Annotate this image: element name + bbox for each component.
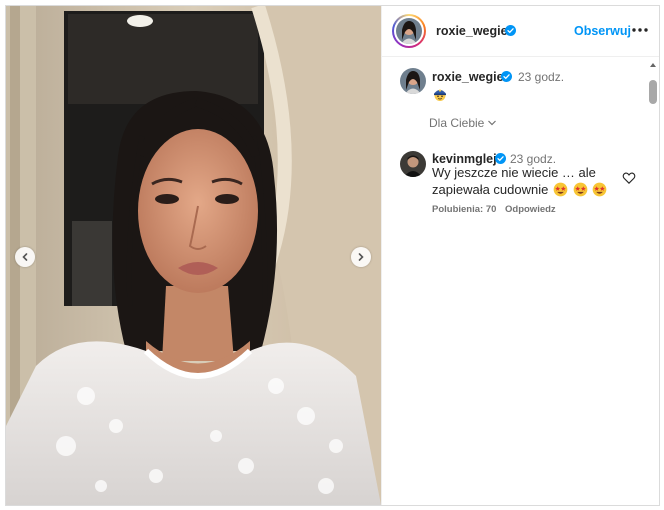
- avatar[interactable]: [396, 18, 422, 44]
- scrollbar-thumb[interactable]: [649, 80, 657, 104]
- post-dialog: roxie_wegiel Obserwuj roxie_wegiel 23 go…: [5, 5, 660, 506]
- next-photo-button[interactable]: [351, 247, 371, 267]
- caption-username[interactable]: roxie_wegiel: [432, 70, 507, 84]
- star-struck-emoji-icon: [573, 182, 587, 197]
- star-struck-emoji-icon: [553, 182, 568, 197]
- heart-icon[interactable]: [622, 171, 636, 185]
- verified-badge-icon: [495, 153, 506, 164]
- comment-text: Wy jeszcze nie wiecie … ale zapiewała cu…: [432, 165, 596, 197]
- post-photo[interactable]: [6, 6, 381, 505]
- more-options-icon[interactable]: [631, 23, 649, 37]
- comments-scrollbar[interactable]: [648, 63, 658, 505]
- comment-body: Wy jeszcze nie wiecie … ale zapiewała cu…: [432, 164, 612, 198]
- author-username[interactable]: roxie_wegiel: [436, 24, 511, 38]
- post-side-panel: roxie_wegiel Obserwuj roxie_wegiel 23 go…: [381, 6, 659, 505]
- follow-button[interactable]: Obserwuj: [574, 24, 631, 38]
- story-ring[interactable]: [392, 14, 426, 48]
- police-officer-emoji-icon: [434, 89, 446, 101]
- portrait-image: [6, 6, 381, 505]
- reply-button[interactable]: Odpowiedz: [505, 204, 556, 215]
- scroll-up-arrow-icon[interactable]: [650, 63, 656, 67]
- chevron-down-icon: [488, 120, 497, 126]
- previous-photo-button[interactable]: [15, 247, 35, 267]
- star-struck-emoji-icon: [592, 182, 607, 197]
- comments-filter-dropdown[interactable]: Dla Ciebie: [429, 116, 497, 130]
- verified-badge-icon: [501, 71, 512, 82]
- caption-timestamp[interactable]: 23 godz.: [518, 70, 564, 84]
- comments-filter-label: Dla Ciebie: [429, 116, 485, 130]
- chevron-right-icon: [358, 253, 364, 261]
- comment-likes-count[interactable]: Polubienia: 70: [432, 204, 496, 215]
- comment-avatar[interactable]: [400, 151, 426, 177]
- verified-badge-icon: [505, 25, 516, 36]
- post-header: roxie_wegiel Obserwuj: [382, 6, 659, 57]
- chevron-left-icon: [22, 253, 28, 261]
- caption-avatar[interactable]: [400, 68, 426, 94]
